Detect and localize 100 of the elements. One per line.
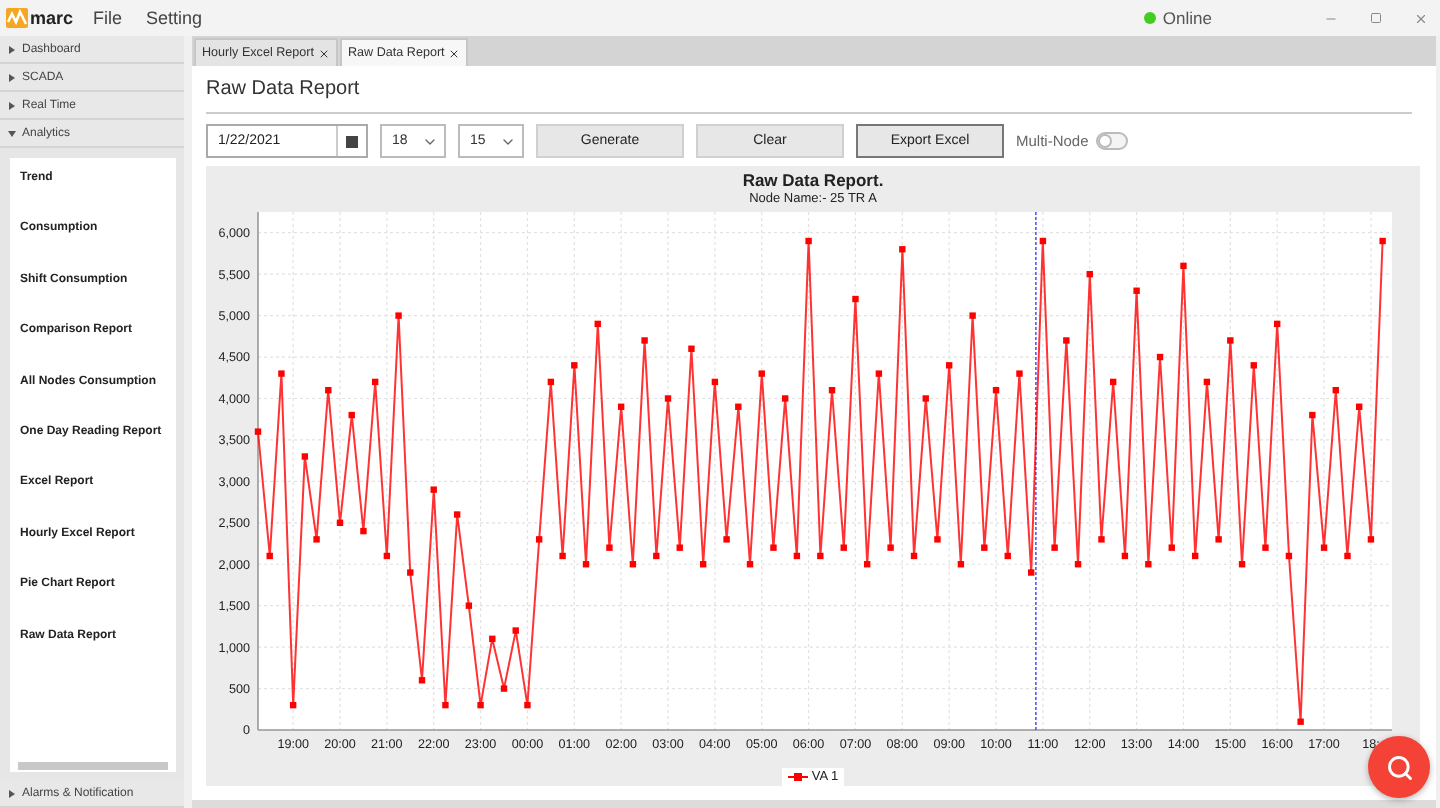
data-point [371, 378, 379, 386]
data-point [606, 544, 613, 551]
data-point [336, 519, 344, 526]
menu-item[interactable]: File [89, 8, 127, 28]
data-point [547, 378, 555, 386]
data-point [1168, 544, 1175, 551]
caret-icon [8, 45, 16, 53]
data-point [653, 552, 660, 560]
data-point [934, 536, 941, 543]
data-point [571, 362, 578, 369]
data-point [981, 544, 988, 551]
logo-icon [6, 8, 28, 28]
data-point [266, 552, 273, 560]
page-title: Raw Data Report [206, 78, 1412, 114]
data-point [1297, 718, 1304, 725]
data-point [922, 395, 929, 402]
data-point [899, 246, 906, 253]
data-point [817, 552, 824, 560]
data-point [770, 544, 777, 551]
data-point [535, 536, 543, 543]
data-point [711, 378, 719, 386]
data-point [1039, 237, 1047, 245]
data-point [254, 428, 262, 435]
data-point [1028, 569, 1035, 576]
data-point [676, 544, 683, 551]
data-point [1344, 552, 1351, 560]
data-point [746, 561, 754, 568]
data-point [875, 370, 883, 377]
data-point [969, 312, 976, 319]
legend-marker-icon [787, 772, 808, 782]
data-point [360, 527, 367, 535]
data-point [699, 561, 707, 568]
data-point [758, 370, 765, 377]
data-point [641, 337, 648, 344]
data-point [524, 701, 531, 709]
data-point [383, 552, 391, 560]
data-point [407, 569, 414, 576]
data-point [465, 602, 473, 609]
data-point [1320, 544, 1328, 551]
maximize-icon[interactable] [1370, 12, 1382, 24]
data-point [793, 552, 801, 560]
close-icon[interactable] [448, 47, 461, 59]
data-point [957, 561, 965, 568]
caret-icon [8, 101, 16, 109]
data-point [1192, 552, 1199, 560]
data-point [1379, 237, 1386, 245]
data-point [477, 701, 484, 709]
data-point [313, 536, 320, 543]
caret-icon [8, 73, 16, 81]
data-point [325, 387, 332, 394]
data-point [1250, 362, 1257, 369]
data-point [1051, 544, 1058, 551]
data-point [582, 561, 590, 568]
data-point [887, 544, 894, 551]
data-point [910, 552, 918, 560]
data-point [348, 411, 355, 419]
data-point [1356, 403, 1363, 410]
data-point [1098, 536, 1105, 543]
data-point [489, 635, 496, 643]
data-point [840, 544, 847, 551]
data-point [1309, 411, 1316, 419]
chart-title: Raw Data Report. [742, 170, 884, 190]
data-point [430, 486, 437, 493]
data-point [629, 561, 637, 568]
status-text: Online [1162, 8, 1212, 28]
close-icon[interactable] [318, 47, 330, 59]
data-point [1156, 353, 1164, 361]
data-point [1145, 561, 1152, 568]
menu-item[interactable]: Setting [142, 8, 207, 28]
data-point [500, 685, 508, 692]
data-point [1133, 287, 1140, 294]
data-point [1180, 262, 1187, 270]
data-point [289, 701, 297, 709]
data-point [559, 552, 566, 560]
data-point [781, 395, 789, 402]
data-point [1121, 552, 1129, 560]
data-point [1086, 270, 1093, 278]
data-point [1274, 320, 1281, 328]
data-point [946, 362, 953, 369]
data-point [1063, 337, 1070, 344]
caret-icon [8, 129, 16, 137]
data-point [442, 701, 449, 709]
toggle-switch[interactable] [1096, 132, 1129, 150]
data-point [1016, 370, 1023, 377]
data-point [617, 403, 625, 410]
caret-icon [8, 789, 16, 797]
data-point [828, 387, 836, 394]
search-icon[interactable] [1385, 753, 1413, 781]
data-point [301, 453, 309, 460]
data-point [1203, 378, 1211, 386]
data-point [1227, 337, 1234, 344]
data-point [1285, 552, 1293, 560]
data-point [1110, 378, 1117, 386]
data-point [512, 627, 519, 634]
calendar-icon[interactable] [346, 135, 358, 147]
data-point [1074, 561, 1082, 568]
data-point [395, 312, 402, 319]
data-point [1238, 561, 1246, 568]
data-point [594, 320, 601, 328]
data-point [723, 536, 730, 543]
